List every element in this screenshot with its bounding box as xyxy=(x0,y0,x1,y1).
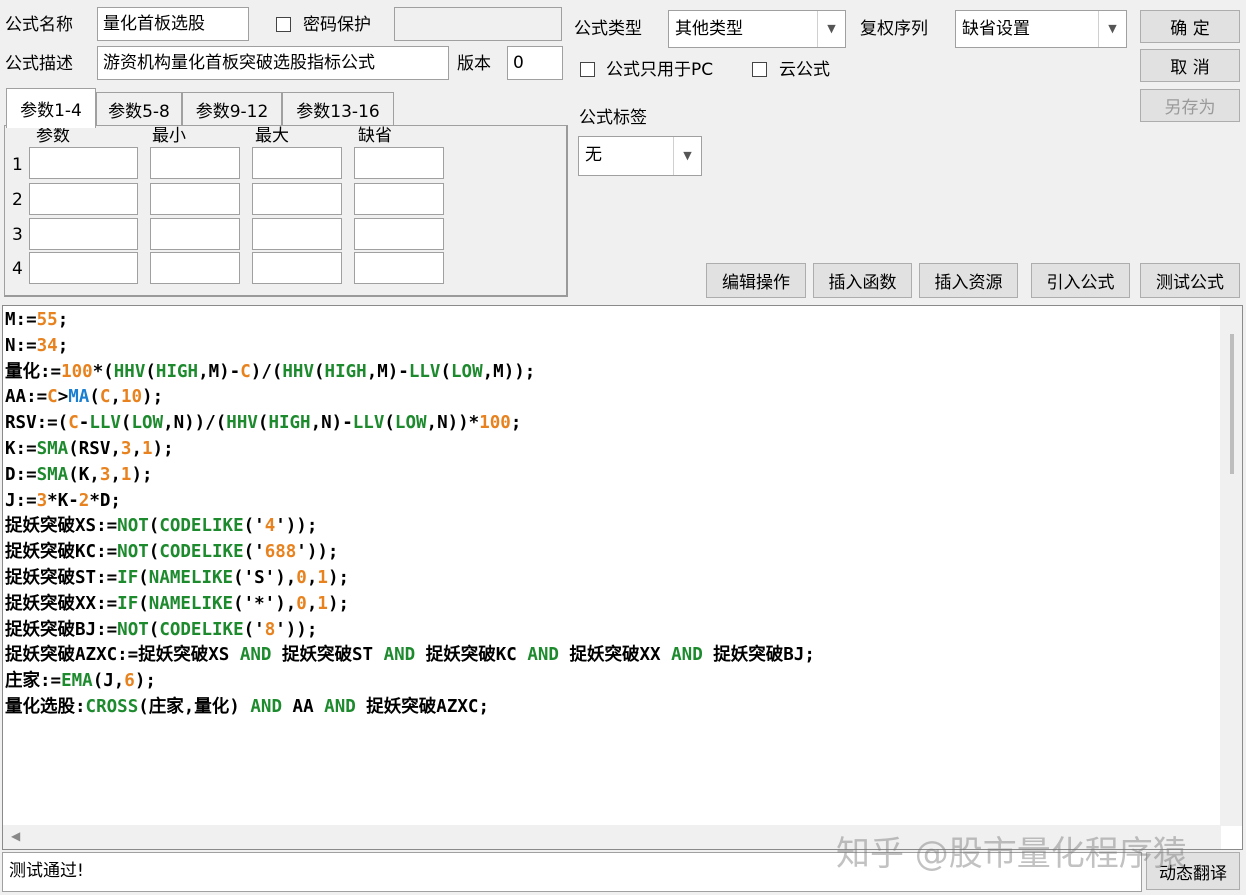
min-header: 最小 xyxy=(152,126,186,146)
param-default-input[interactable] xyxy=(354,147,444,179)
formula-desc-input[interactable]: 游资机构量化首板突破选股指标公式 xyxy=(97,46,449,80)
tab-params-9-12[interactable]: 参数9-12 xyxy=(182,92,282,126)
tab-params-5-8[interactable]: 参数5-8 xyxy=(96,92,182,126)
param-row-number: 1 xyxy=(12,155,23,175)
formula-tag-label: 公式标签 xyxy=(579,108,647,128)
param-name-input[interactable] xyxy=(29,183,138,215)
param-default-input[interactable] xyxy=(354,218,444,250)
param-name-input[interactable] xyxy=(29,252,138,284)
chevron-down-icon[interactable]: ▼ xyxy=(1098,11,1126,47)
vertical-scrollbar[interactable] xyxy=(1220,306,1242,826)
code-line[interactable]: M:=55; xyxy=(5,308,815,334)
param-default-input[interactable] xyxy=(354,252,444,284)
code-line[interactable]: 量化选股:CROSS(庄家,量化) AND AA AND 捉妖突破AZXC; xyxy=(5,695,815,721)
rights-series-label: 复权序列 xyxy=(860,19,928,39)
code-line[interactable]: 捉妖突破XS:=NOT(CODELIKE('4')); xyxy=(5,514,815,540)
code-line[interactable]: J:=3*K-2*D; xyxy=(5,489,815,515)
formula-type-select[interactable]: 其他类型 ▼ xyxy=(668,10,846,48)
code-line[interactable]: K:=SMA(RSV,3,1); xyxy=(5,437,815,463)
formula-name-input[interactable]: 量化首板选股 xyxy=(97,7,249,41)
param-min-input[interactable] xyxy=(150,252,240,284)
import-formula-button[interactable]: 引入公式 xyxy=(1031,263,1130,298)
code-line[interactable]: 捉妖突破AZXC:=捉妖突破XS AND 捉妖突破ST AND 捉妖突破KC A… xyxy=(5,643,815,669)
formula-type-label: 公式类型 xyxy=(574,19,642,39)
code-editor[interactable]: M:=55; N:=34; 量化:=100*(HHV(HIGH,M)-C)/(HHV… xyxy=(2,305,1243,850)
formula-name-label: 公式名称 xyxy=(5,15,73,35)
version-label: 版本 xyxy=(457,54,491,74)
cancel-button[interactable]: 取 消 xyxy=(1140,49,1240,82)
param-row-number: 4 xyxy=(12,259,23,279)
param-default-input[interactable] xyxy=(354,183,444,215)
param-name-input[interactable] xyxy=(29,147,138,179)
code-line[interactable]: AA:=C>MA(C,10); xyxy=(5,385,815,411)
password-input[interactable] xyxy=(394,7,562,41)
watermark: 知乎 @股市量化程序猿 xyxy=(836,834,1187,874)
code-line[interactable]: 捉妖突破KC:=NOT(CODELIKE('688')); xyxy=(5,540,815,566)
code-text[interactable]: M:=55; N:=34; 量化:=100*(HHV(HIGH,M)-C)/(HHV… xyxy=(5,308,815,721)
test-formula-button[interactable]: 测试公式 xyxy=(1140,263,1240,298)
param-min-input[interactable] xyxy=(150,183,240,215)
tab-params-1-4[interactable]: 参数1-4 xyxy=(6,88,96,128)
cloud-formula-label: 云公式 xyxy=(779,60,830,80)
cloud-formula-checkbox[interactable] xyxy=(752,62,767,77)
insert-resource-button[interactable]: 插入资源 xyxy=(919,263,1018,298)
param-max-input[interactable] xyxy=(252,252,342,284)
formula-tag-value: 无 xyxy=(585,145,602,165)
param-max-input[interactable] xyxy=(252,218,342,250)
chevron-down-icon[interactable]: ▼ xyxy=(817,11,845,47)
code-line[interactable]: 捉妖突破BJ:=NOT(CODELIKE('8')); xyxy=(5,618,815,644)
insert-function-button[interactable]: 插入函数 xyxy=(813,263,912,298)
ok-button[interactable]: 确 定 xyxy=(1140,10,1240,43)
password-protect-label: 密码保护 xyxy=(303,15,371,35)
formula-type-value: 其他类型 xyxy=(675,19,743,39)
param-max-input[interactable] xyxy=(252,147,342,179)
code-line[interactable]: 量化:=100*(HHV(HIGH,M)-C)/(HHV(HIGH,M)-LLV… xyxy=(5,360,815,386)
param-row-number: 2 xyxy=(12,190,23,210)
pc-only-label: 公式只用于PC xyxy=(606,60,714,80)
save-as-button[interactable]: 另存为 xyxy=(1140,89,1240,122)
password-protect-checkbox[interactable] xyxy=(276,17,291,32)
rights-series-select[interactable]: 缺省设置 ▼ xyxy=(955,10,1127,48)
chevron-down-icon[interactable]: ▼ xyxy=(673,137,701,175)
rights-series-value: 缺省设置 xyxy=(962,19,1030,39)
tab-params-13-16[interactable]: 参数13-16 xyxy=(282,92,394,126)
scroll-left-icon[interactable]: ◀ xyxy=(11,829,20,843)
code-line[interactable]: D:=SMA(K,3,1); xyxy=(5,463,815,489)
pc-only-checkbox[interactable] xyxy=(580,62,595,77)
scrollbar-thumb[interactable] xyxy=(1230,334,1234,474)
param-max-input[interactable] xyxy=(252,183,342,215)
formula-tag-select[interactable]: 无 ▼ xyxy=(578,136,702,176)
param-min-input[interactable] xyxy=(150,218,240,250)
code-line[interactable]: RSV:=(C-LLV(LOW,N))/(HHV(HIGH,N)-LLV(LOW… xyxy=(5,411,815,437)
param-row-number: 3 xyxy=(12,225,23,245)
code-line[interactable]: 捉妖突破ST:=IF(NAMELIKE('S'),0,1); xyxy=(5,566,815,592)
formula-desc-label: 公式描述 xyxy=(5,54,73,74)
default-header: 缺省 xyxy=(358,126,392,146)
edit-ops-button[interactable]: 编辑操作 xyxy=(706,263,806,298)
param-header: 参数 xyxy=(36,126,70,146)
max-header: 最大 xyxy=(255,126,289,146)
param-min-input[interactable] xyxy=(150,147,240,179)
version-input[interactable]: 0 xyxy=(507,46,563,80)
code-line[interactable]: N:=34; xyxy=(5,334,815,360)
code-line[interactable]: 庄家:=EMA(J,6); xyxy=(5,669,815,695)
code-line[interactable]: 捉妖突破XX:=IF(NAMELIKE('*'),0,1); xyxy=(5,592,815,618)
param-name-input[interactable] xyxy=(29,218,138,250)
